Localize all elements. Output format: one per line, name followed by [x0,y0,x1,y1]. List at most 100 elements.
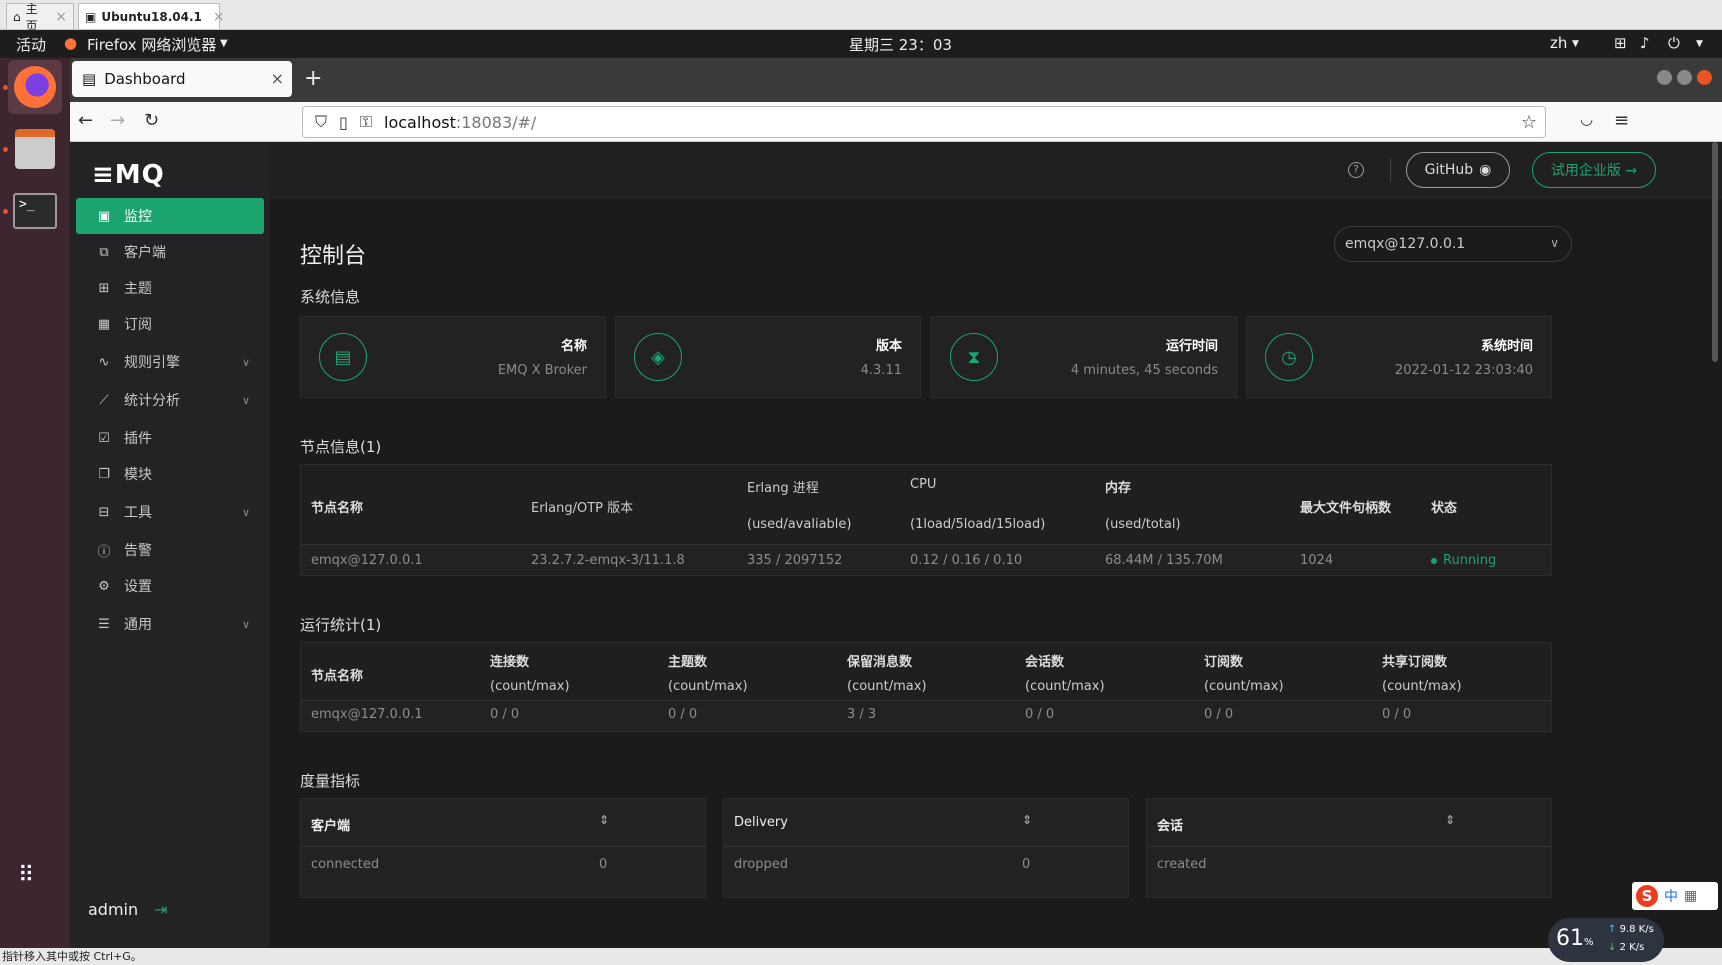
app-menu[interactable]: Firefox 网络浏览器 [87,34,216,55]
col-cpu-sub: (1load/5load/15load) [910,517,1046,532]
metric-key: created [1157,857,1207,872]
page-scrollbar[interactable] [1712,142,1718,362]
sidebar-item-label: 通用 [124,617,152,633]
chevron-down-icon: ∨ [241,617,250,631]
terminal-launcher[interactable]: >_ [8,184,62,238]
sidebar-item-alarms[interactable]: ⓘ 告警 [76,532,264,568]
sort-icon[interactable]: ⇕ [1445,813,1455,827]
running-indicator [3,147,8,152]
ubuntu-dock: >_ ⠿ [0,58,70,948]
sidebar-item-general[interactable]: ☰ 通用 ∨ [76,606,264,642]
key-icon: ⚿ [359,112,373,131]
metric-card-delivery: Delivery ⇕ dropped 0 [723,798,1129,898]
host-tab-vm[interactable]: ▣ Ubuntu18.04.1 × [78,3,225,29]
sidebar-item-plugins[interactable]: ☑ 插件 [76,420,264,456]
help-icon[interactable]: ? [1348,162,1364,178]
clock[interactable]: 星期三 23：03 [849,34,952,55]
sidebar-item-modules[interactable]: ❐ 模块 [76,456,264,492]
sidebar-item-settings[interactable]: ⚙ 设置 [76,568,264,604]
browser-tab-dashboard[interactable]: ▤ Dashboard × [72,61,292,97]
download-value: 2 [1619,942,1626,953]
activities-button[interactable]: 活动 [16,34,46,55]
sidebar-item-subscriptions[interactable]: ▦ 订阅 [76,306,264,342]
cell-topics: 0 / 0 [668,707,698,722]
close-icon[interactable]: × [271,69,284,88]
firefox-small-icon: ● [64,34,78,52]
app-grid-icon[interactable]: ⠿ [18,865,36,887]
host-tab-home[interactable]: ⌂ 主页 × [6,2,74,33]
close-icon[interactable]: × [55,9,67,25]
sidebar-item-label: 监控 [124,209,152,225]
info-card-value: 4 minutes, 45 seconds [1070,363,1218,378]
bookmark-star-icon[interactable]: ☆ [1521,112,1537,133]
try-enterprise-button[interactable]: 试用企业版 → [1532,152,1656,188]
col-otp: Erlang/OTP 版本 [531,501,634,516]
close-window-button[interactable] [1697,70,1712,85]
topics-icon: ⊞ [98,280,110,296]
hamburger-menu-icon[interactable]: ≡ [1614,110,1629,131]
shield-icon[interactable]: ⛉ [315,112,327,132]
info-card-label: 版本 [875,339,902,354]
ime-toolbar[interactable]: S 中 ▦ [1632,882,1718,910]
sidebar-item-label: 规则引擎 [124,355,180,371]
metric-card-header: 客户端 ⇕ [301,799,705,847]
sort-icon[interactable]: ⇕ [1022,813,1032,827]
clock-icon: ◷ [1265,333,1313,381]
sidebar: ≡MQ ▣ 监控 ⧉ 客户端 ⊞ 主题 ▦ 订阅 ∿ 规则引擎 ∨ ⟋ 统计分析 ∨ ☑ 插件 [70,142,270,948]
info-card-value: 4.3.11 [860,363,902,378]
url-bar[interactable]: ⛉ ▯ ⚿ localhost:18083/#/ ☆ [302,106,1546,138]
reload-button[interactable]: ↻ [144,110,159,131]
cell-sessions: 0 / 0 [1025,707,1055,722]
col-sub: (count/max) [668,679,748,694]
sidebar-item-label: 工具 [124,505,152,521]
volume-icon[interactable]: ♪ [1640,34,1650,52]
network-monitor-widget[interactable]: 61% ↑ 9.8 K/s ↓ 2 K/s [1548,918,1664,962]
emq-logo[interactable]: ≡MQ [92,160,165,190]
chevron-down-icon: ∨ [241,505,250,519]
minimize-button[interactable] [1657,70,1672,85]
pocket-icon[interactable]: ◡ [1580,110,1593,128]
sidebar-item-rules[interactable]: ∿ 规则引擎 ∨ [76,344,264,380]
forward-button[interactable]: → [110,110,125,131]
input-method-indicator[interactable]: zh [1550,34,1567,52]
files-launcher[interactable] [8,122,62,176]
sidebar-item-topics[interactable]: ⊞ 主题 [76,270,264,306]
col-node-name: 节点名称 [311,669,364,684]
back-button[interactable]: ← [78,110,93,131]
maximize-button[interactable] [1677,70,1692,85]
node-select[interactable]: emqx@127.0.0.1 ∨ [1334,226,1572,262]
monitor-icon: ▣ [97,208,111,224]
github-icon: ◉ [1479,162,1492,178]
url-host: localhost [384,112,456,132]
metric-card-title: 会话 [1157,819,1184,834]
sidebar-item-tools[interactable]: ⊟ 工具 ∨ [76,494,264,530]
info-card-value: EMQ X Broker [497,363,587,378]
keyboard-icon[interactable]: ▦ [1684,888,1697,904]
sidebar-item-label: 订阅 [124,317,152,333]
page-title: 控制台 [300,244,367,269]
table-row: emqx@127.0.0.1 23.2.7.2-emqx-3/11.1.8 33… [301,545,1551,575]
metric-value: 0 [1022,857,1031,872]
new-tab-button[interactable]: + [304,66,322,91]
power-icon[interactable]: ⏻ [1668,34,1680,52]
firefox-icon [14,66,56,108]
sogou-logo-icon: S [1636,885,1658,907]
cell-subscriptions: 0 / 0 [1204,707,1234,722]
host-tab-label: 主页 [25,1,38,33]
sidebar-item-analysis[interactable]: ⟋ 统计分析 ∨ [76,382,264,418]
sort-icon[interactable]: ⇕ [599,813,609,827]
ime-mode[interactable]: 中 [1664,886,1678,906]
github-button[interactable]: GitHub ◉ [1406,152,1510,188]
firefox-launcher[interactable] [8,60,62,114]
info-card-label: 运行时间 [1165,339,1218,354]
cpu-percent: 61% [1556,926,1594,951]
col-proc: Erlang 进程 [747,481,819,496]
network-icon[interactable]: ⊞ [1614,34,1627,52]
rules-icon: ∿ [98,354,110,370]
close-icon[interactable]: × [213,9,225,25]
sidebar-item-clients[interactable]: ⧉ 客户端 [76,234,264,270]
sidebar-item-monitor[interactable]: ▣ 监控 [76,198,264,234]
sidebar-item-label: 客户端 [124,245,166,261]
logout-icon[interactable]: ⇥ [154,900,167,919]
cell-cpu: 0.12 / 0.16 / 0.10 [910,553,1023,568]
